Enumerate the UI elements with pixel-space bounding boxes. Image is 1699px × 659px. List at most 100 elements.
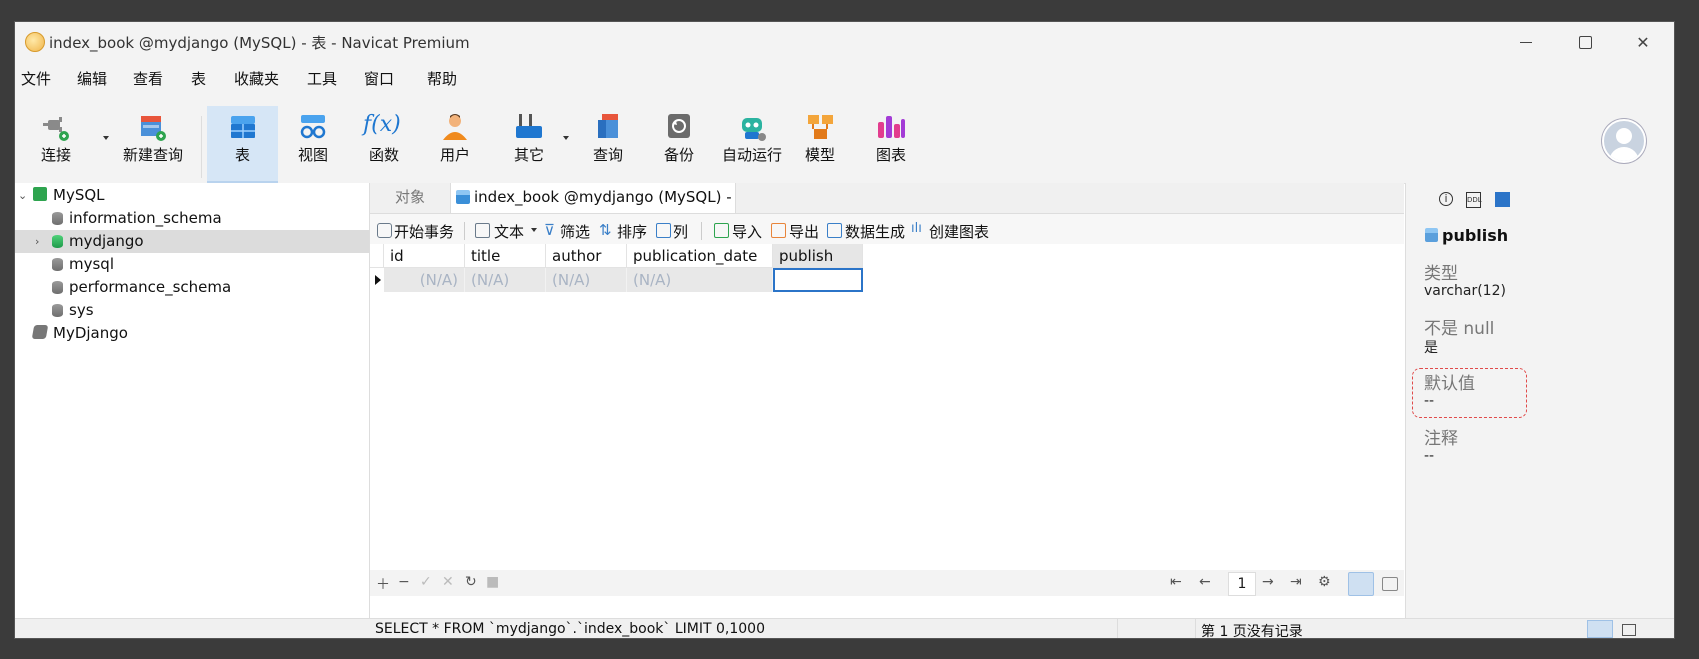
tree-item-information-schema[interactable]: information_schema [15, 207, 369, 230]
menu-help[interactable]: 帮助 [427, 68, 457, 89]
first-page-icon[interactable]: ⇤ [1170, 574, 1182, 590]
database-icon [52, 304, 63, 317]
page-number-input[interactable]: 1 [1228, 572, 1256, 596]
menu-table[interactable]: 表 [191, 68, 206, 89]
tree-item-mydjango-connection[interactable]: MyDjango [15, 322, 369, 345]
minimize-button[interactable] [1503, 28, 1549, 56]
filter-button[interactable]: 筛选 [560, 221, 590, 242]
sort-icon: ⇅ [599, 221, 612, 239]
info-icon[interactable]: i [1439, 192, 1453, 206]
menu-file[interactable]: 文件 [21, 68, 51, 89]
tree-item-label: mysql [69, 255, 114, 273]
connection-icon [31, 325, 49, 339]
table-button[interactable]: 表 [207, 106, 278, 183]
grid-view-button[interactable] [1348, 572, 1374, 596]
status-bar: SELECT * FROM `mydjango`.`index_book` LI… [15, 618, 1674, 638]
expanded-caret-icon[interactable]: ⌄ [18, 189, 27, 202]
column-header-author[interactable]: author [546, 244, 627, 268]
ddl-icon[interactable]: DDL [1466, 192, 1482, 208]
tree-item-sys[interactable]: sys [15, 299, 369, 322]
current-row-arrow-icon [375, 275, 381, 285]
chart-label: 图表 [875, 146, 906, 164]
panel-icon-bar: i DDL [1406, 183, 1674, 219]
menu-view[interactable]: 查看 [133, 68, 163, 89]
database-open-icon [52, 235, 63, 248]
data-generation-button[interactable]: 数据生成 [845, 221, 905, 242]
type-label: 类型 [1424, 264, 1458, 284]
create-chart-button[interactable]: 创建图表 [929, 221, 989, 242]
column-header-publish[interactable]: publish [773, 244, 863, 268]
sort-button[interactable]: 排序 [617, 221, 647, 242]
view-button[interactable]: 视图 [275, 92, 351, 183]
export-button[interactable]: 导出 [789, 221, 819, 242]
backup-button[interactable]: 备份 [641, 92, 717, 183]
column-header-id[interactable]: id [384, 244, 465, 268]
title-bar: index_book @mydjango (MySQL) - 表 - Navic… [15, 22, 1674, 62]
columns-button[interactable]: 列 [673, 221, 688, 242]
filter-icon: ⊽ [544, 221, 555, 239]
menu-edit[interactable]: 编辑 [77, 68, 107, 89]
close-icon: ✕ [1636, 32, 1650, 52]
tree-item-performance-schema[interactable]: performance_schema [15, 276, 369, 299]
avatar-body-icon [1609, 147, 1639, 161]
settings-gear-icon[interactable]: ⚙ [1318, 574, 1331, 590]
cell-publication-date[interactable]: (N/A) [627, 268, 773, 292]
text-button[interactable]: 文本 [494, 221, 524, 242]
column-header-publication-date[interactable]: publication_date [627, 244, 773, 268]
toggle-left-panel-button[interactable] [1587, 620, 1613, 638]
close-button[interactable]: ✕ [1620, 28, 1666, 56]
model-button[interactable]: 模型 [782, 92, 858, 183]
menu-window[interactable]: 窗口 [364, 68, 394, 89]
function-fx-icon: f(x) [363, 112, 401, 137]
automation-robot-icon [742, 118, 766, 141]
tab-objects[interactable]: 对象 [370, 183, 450, 213]
apply-changes-icon[interactable]: ✓ [420, 574, 432, 590]
cell-title[interactable]: (N/A) [465, 268, 546, 292]
form-view-button[interactable] [1382, 577, 1398, 591]
add-record-icon[interactable]: ＋ [376, 574, 390, 594]
menu-bar: 文件 编辑 查看 表 收藏夹 工具 窗口 帮助 [15, 62, 1674, 92]
automation-button[interactable]: 自动运行 [711, 92, 793, 183]
discard-changes-icon[interactable]: ✕ [442, 574, 454, 590]
tab-index-book[interactable]: index_book @mydjango (MySQL) - 表 [450, 183, 736, 234]
cell-id[interactable]: (N/A) [384, 268, 465, 292]
new-query-button[interactable]: 新建查询 [108, 92, 198, 183]
field-icon [1425, 228, 1438, 242]
query-button[interactable]: 查询 [570, 92, 646, 183]
tree-item-mydjango[interactable]: › mydjango [15, 230, 369, 253]
cell-author[interactable]: (N/A) [546, 268, 627, 292]
connection-tree: ⌄ MySQL information_schema › mydjango my… [15, 183, 370, 618]
default-label: 默认值 [1424, 374, 1475, 394]
column-header-title[interactable]: title [465, 244, 546, 268]
record-status-text: 第 1 页没有记录 [1201, 624, 1303, 638]
user-avatar[interactable] [1602, 119, 1646, 163]
chart-button[interactable]: 图表 [853, 92, 929, 183]
tree-item-label: MyDjango [53, 324, 128, 342]
query-label: 查询 [592, 146, 623, 164]
refresh-icon[interactable]: ↻ [465, 574, 477, 590]
previous-page-icon[interactable]: ← [1199, 574, 1211, 590]
text-dropdown-icon[interactable] [531, 228, 537, 232]
menu-favorites[interactable]: 收藏夹 [234, 68, 279, 89]
not-null-value: 是 [1424, 340, 1438, 356]
maximize-button[interactable] [1562, 28, 1608, 56]
toggle-right-panel-button[interactable] [1622, 624, 1636, 636]
stop-icon[interactable]: ■ [486, 574, 499, 590]
model-icon [808, 115, 833, 139]
next-page-icon[interactable]: → [1262, 574, 1274, 590]
other-dropdown-icon[interactable] [563, 136, 569, 140]
begin-transaction-button[interactable]: 开始事务 [394, 221, 454, 242]
connect-button[interactable]: 连接 [18, 92, 94, 183]
menu-tools[interactable]: 工具 [307, 68, 337, 89]
function-button[interactable]: f(x) 函数 [346, 92, 422, 183]
other-button[interactable]: 其它 [491, 92, 567, 183]
cell-publish-editing[interactable] [773, 268, 863, 292]
tree-item-mysql-connection[interactable]: ⌄ MySQL [15, 184, 369, 207]
field-details-icon[interactable] [1495, 192, 1510, 207]
last-page-icon[interactable]: ⇥ [1290, 574, 1302, 590]
delete-record-icon[interactable]: − [398, 574, 410, 590]
collapsed-caret-icon[interactable]: › [35, 235, 39, 248]
tree-item-mysql[interactable]: mysql [15, 253, 369, 276]
user-button[interactable]: 用户 [417, 92, 493, 183]
import-button[interactable]: 导入 [732, 221, 762, 242]
